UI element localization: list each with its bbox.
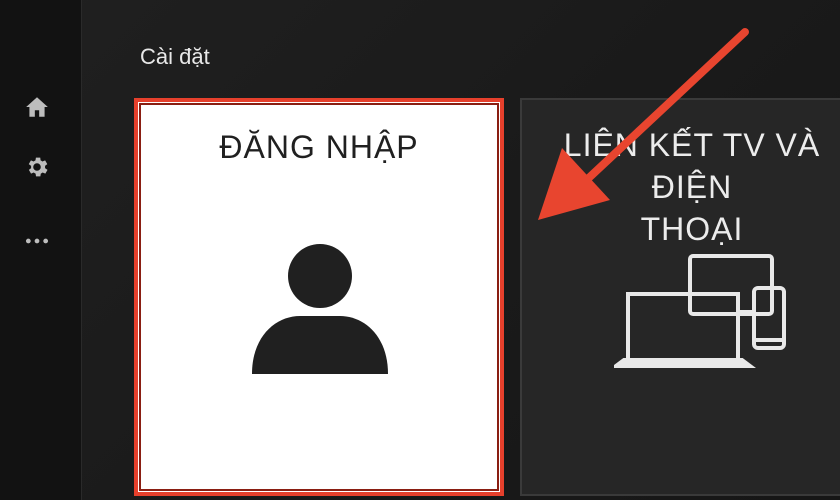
sign-in-card[interactable]: ĐĂNG NHẬP	[134, 98, 504, 496]
link-tv-phone-card[interactable]: LIÊN KẾT TV VÀ ĐIỆN THOẠI	[520, 98, 840, 496]
sidebar	[0, 0, 82, 500]
person-icon	[248, 240, 392, 384]
page-title: Cài đặt	[140, 44, 210, 69]
gear-icon[interactable]	[24, 154, 50, 180]
link-tv-phone-card-title: LIÊN KẾT TV VÀ ĐIỆN THOẠI	[563, 127, 821, 247]
devices-icon	[610, 250, 804, 380]
more-icon[interactable]	[24, 228, 50, 254]
home-icon[interactable]	[24, 94, 50, 120]
sign-in-card-title: ĐĂNG NHẬP	[219, 129, 419, 165]
